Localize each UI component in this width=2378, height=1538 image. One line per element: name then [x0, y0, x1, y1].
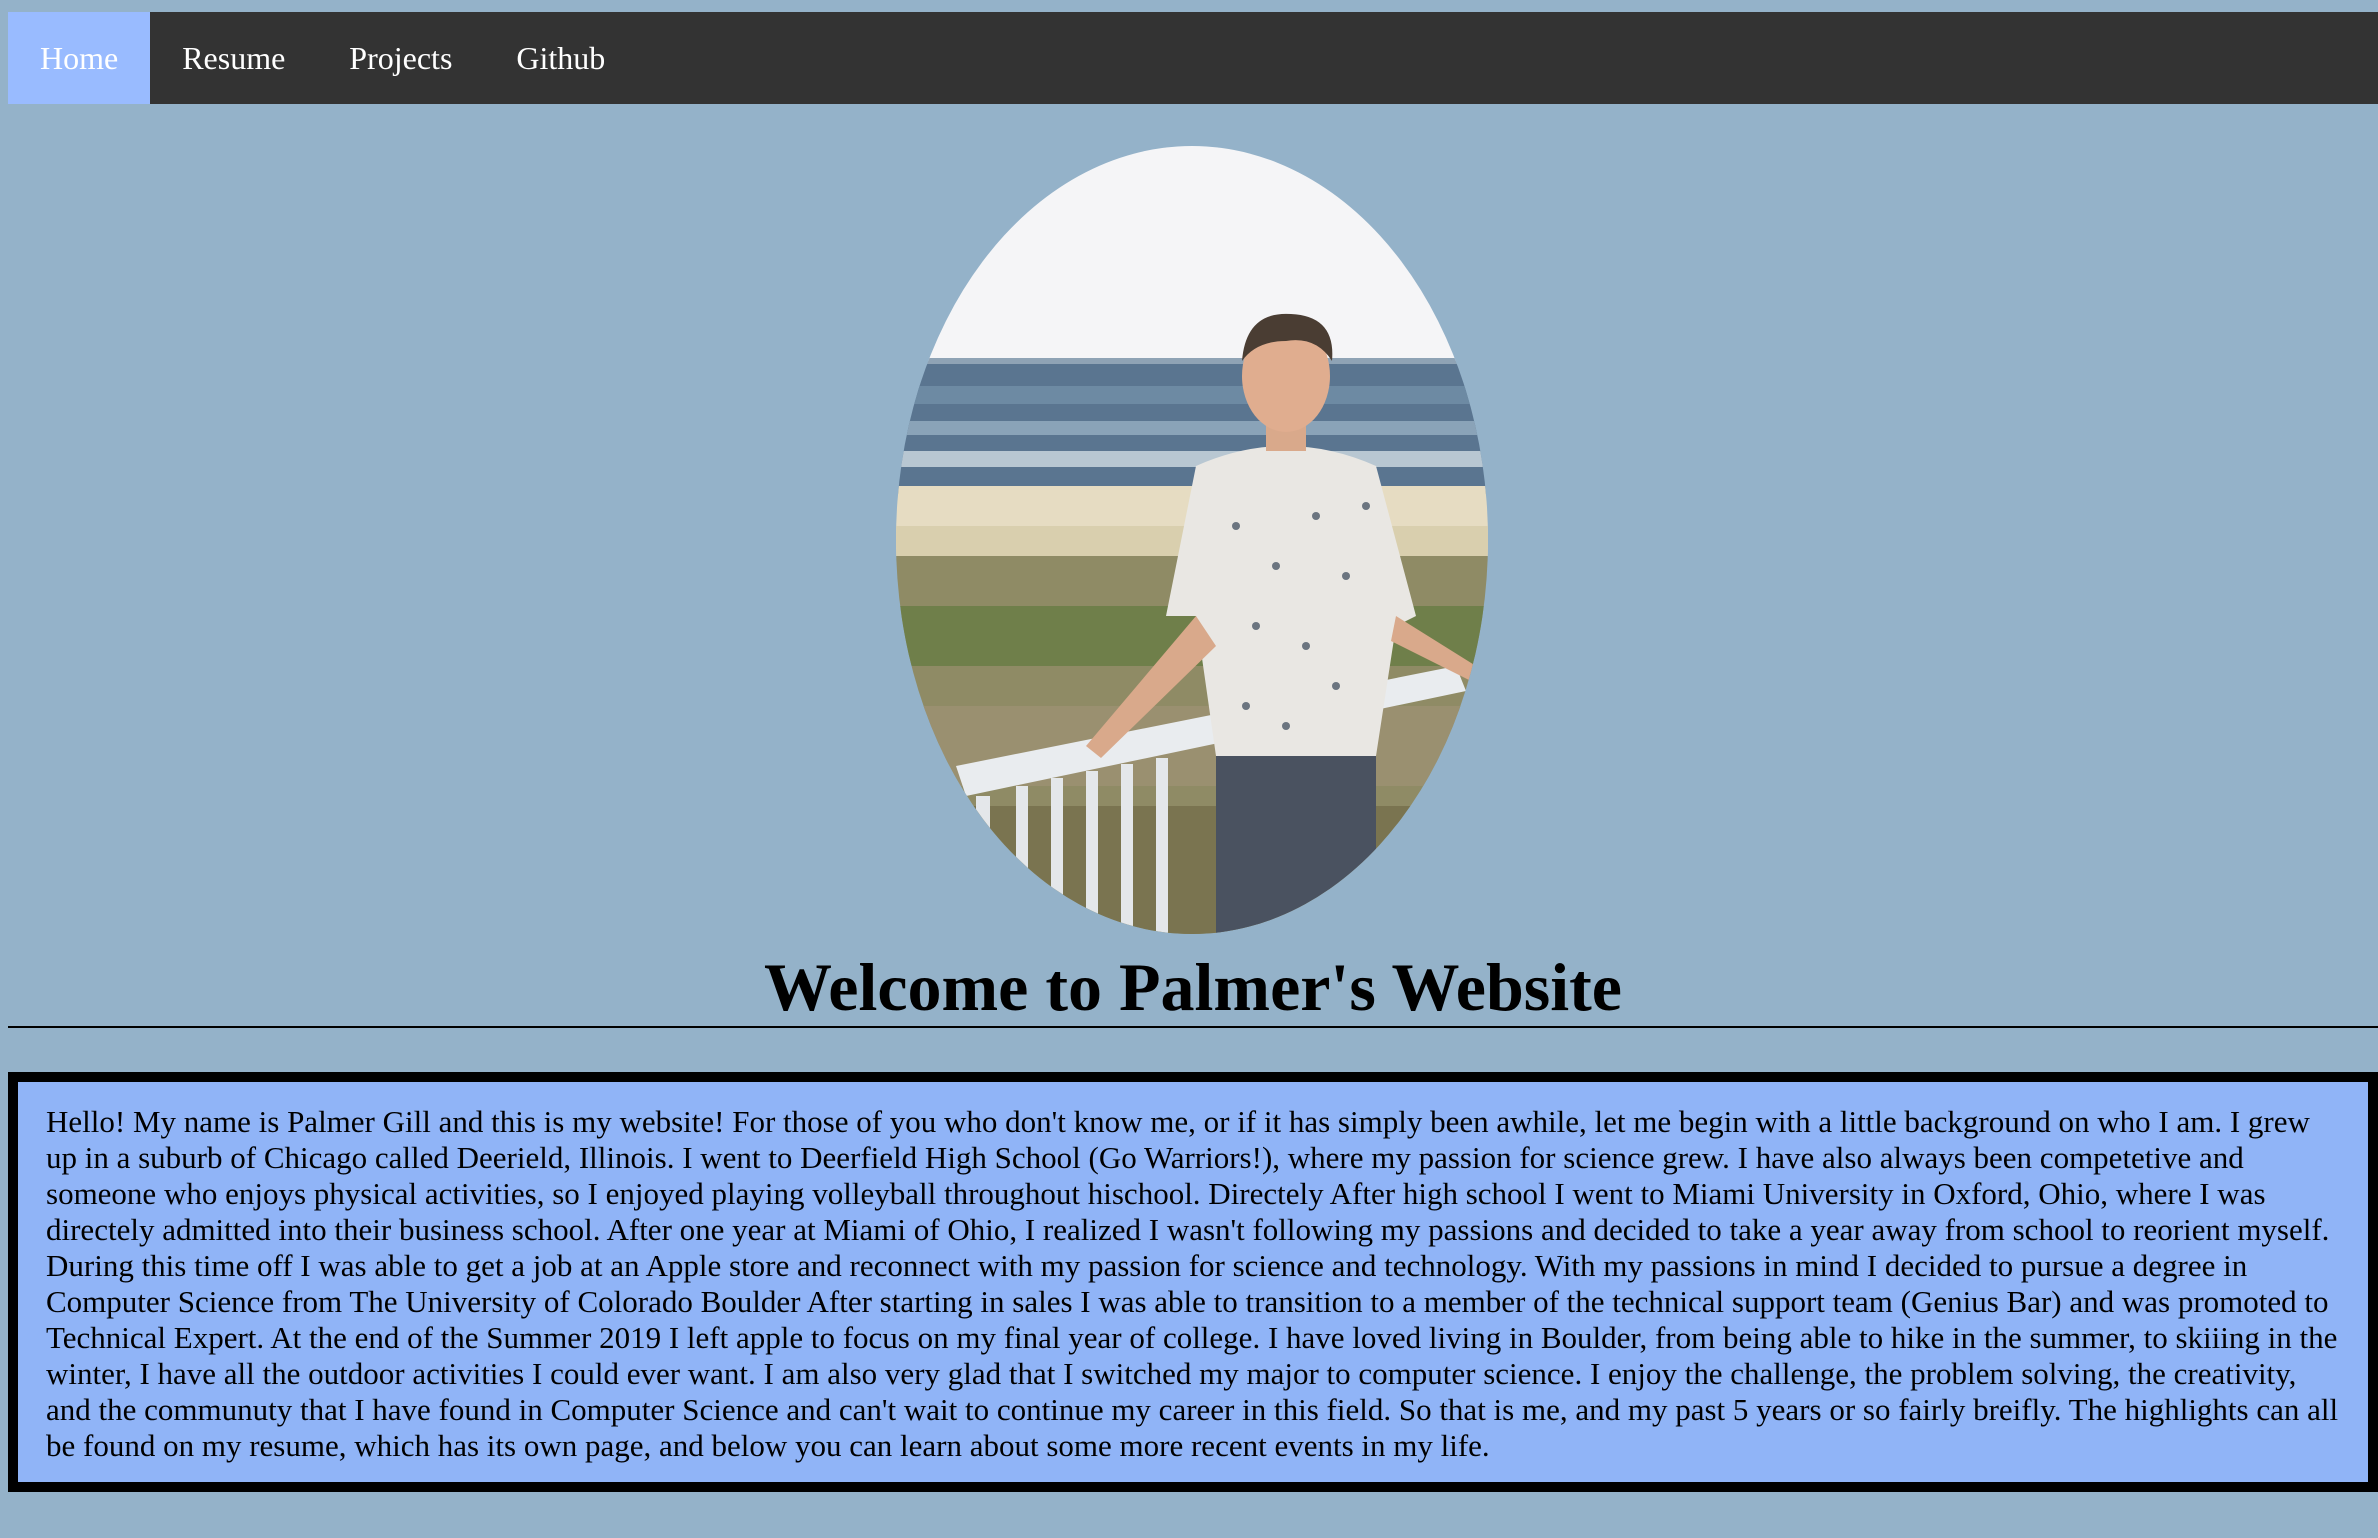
top-navbar: Home Resume Projects Github: [8, 12, 2378, 104]
nav-projects-link[interactable]: Projects: [317, 12, 484, 104]
page-title: Welcome to Palmer's Website: [764, 949, 1622, 1025]
nav-github-link[interactable]: Github: [484, 12, 637, 104]
bio-section: Hello! My name is Palmer Gill and this i…: [8, 1072, 2378, 1492]
nav-resume-link[interactable]: Resume: [150, 12, 317, 104]
nav-home-link[interactable]: Home: [8, 12, 151, 104]
portrait-photo-icon: [896, 146, 1488, 934]
bio-paragraph: Hello! My name is Palmer Gill and this i…: [46, 1104, 2339, 1463]
profile-photo: [896, 146, 1488, 934]
title-divider: [8, 1026, 2378, 1028]
